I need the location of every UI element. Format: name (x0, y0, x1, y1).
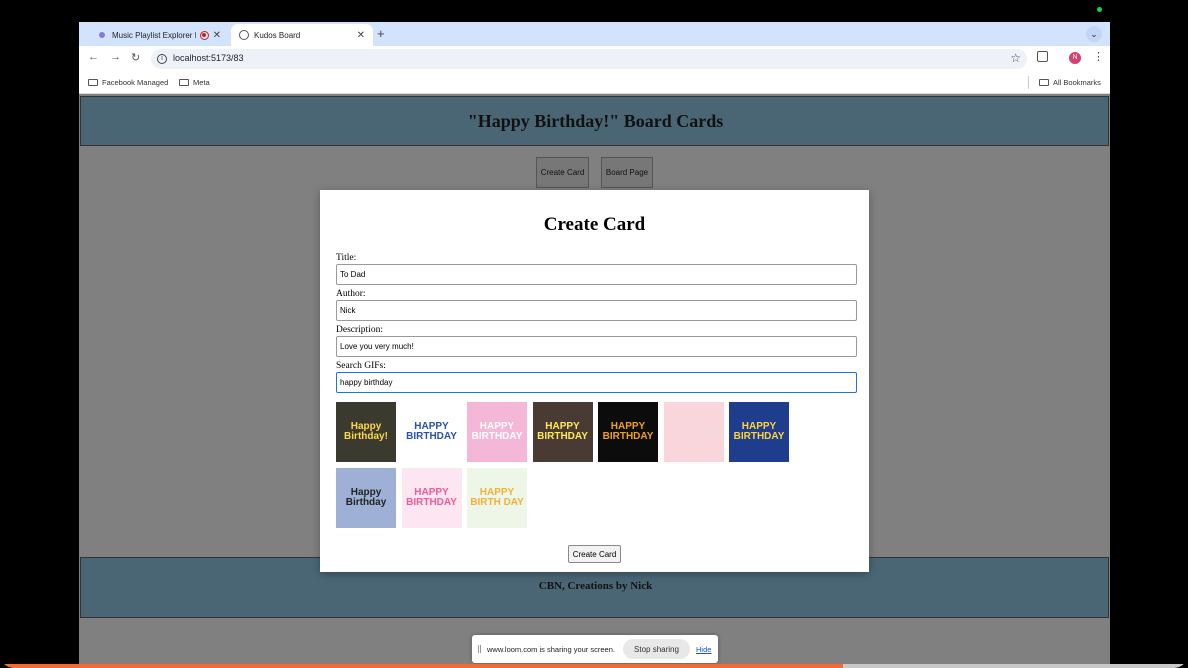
bookmark-label: All Bookmarks (1053, 78, 1101, 87)
managed-folder-icon (88, 79, 98, 86)
page-title: "Happy Birthday!" Board Cards (467, 111, 724, 131)
gif-thumbnail[interactable]: HAPPY BIRTHDAY (729, 402, 789, 462)
gif-caption: HAPPY BIRTHDAY (602, 421, 654, 442)
globe-icon (239, 30, 249, 40)
gif-thumbnail[interactable]: HAPPY BIRTHDAY (532, 402, 593, 462)
gif-caption: HAPPY BIRTH DAY (470, 487, 524, 508)
gif-thumbnail[interactable]: Happy Birthday! (336, 402, 396, 462)
tab-title: Kudos Board (254, 30, 301, 40)
search-gifs-label: Search GIFs: (336, 361, 386, 371)
browser-window: Music Playlist Explorer De ✕ Kudos Board… (79, 22, 1110, 668)
hide-link[interactable]: Hide (696, 645, 711, 654)
author-label: Author: (336, 289, 366, 299)
gif-caption: HAPPY BIRTHDAY (471, 421, 523, 442)
gif-thumbnail[interactable]: Happy Birthday (336, 468, 396, 528)
title-label: Title: (336, 253, 357, 263)
screen-share-bar: www.loom.com is sharing your screen. Sto… (472, 635, 718, 663)
drag-handle-icon[interactable] (478, 645, 481, 653)
forward-icon[interactable]: → (110, 51, 121, 63)
share-message: www.loom.com is sharing your screen. (487, 645, 615, 654)
close-icon[interactable]: ✕ (357, 30, 365, 41)
divider (1028, 76, 1029, 89)
tab-music-playlist[interactable]: Music Playlist Explorer De ✕ (89, 24, 229, 46)
gif-caption: HAPPY BIRTHDAY (537, 421, 588, 442)
submit-create-card-button[interactable]: Create Card (568, 545, 621, 563)
extensions-icon[interactable] (1037, 51, 1048, 62)
folder-icon (179, 79, 189, 86)
site-info-icon[interactable]: i (157, 54, 167, 64)
title-field[interactable] (336, 264, 857, 285)
back-icon[interactable]: ← (88, 51, 99, 63)
bookmark-star-icon[interactable]: ☆ (1010, 51, 1021, 65)
gif-caption: HAPPY BIRTHDAY (733, 421, 785, 442)
tab-favicon-icon (97, 30, 107, 40)
gif-caption: Happy Birthday! (344, 421, 388, 442)
create-card-modal: Create Card Title: Author: Description: … (320, 190, 869, 572)
author-field[interactable] (336, 300, 857, 321)
bookmark-label: Facebook Managed (102, 78, 169, 87)
video-progress-bar[interactable] (0, 664, 1188, 668)
stop-sharing-button[interactable]: Stop sharing (623, 639, 690, 659)
footer-text: CBN, Creations by Nick (538, 580, 653, 592)
url-text[interactable]: localhost:5173/83 (173, 53, 244, 63)
screen-frame: Music Playlist Explorer De ✕ Kudos Board… (0, 0, 1188, 668)
bookmark-label: Meta (193, 78, 210, 87)
video-progress-fill (0, 664, 844, 668)
gif-results: Happy Birthday! HAPPY BIRTHDAY HAPPY BIRTH… (336, 402, 806, 530)
camera-indicator (1097, 7, 1102, 12)
gif-caption: Happy Birthday (345, 487, 387, 508)
description-field[interactable] (336, 336, 857, 357)
gif-thumbnail[interactable] (663, 402, 724, 462)
gif-thumbnail[interactable]: HAPPY BIRTHDAY (401, 468, 462, 528)
avatar[interactable]: N (1069, 52, 1081, 64)
page-content: "Happy Birthday!" Board Cards Create Car… (79, 94, 1110, 668)
chevron-down-icon[interactable]: ⌄ (1086, 26, 1102, 42)
menu-icon[interactable]: ⋮ (1093, 50, 1104, 63)
board-page-button[interactable]: Board Page (601, 157, 653, 188)
tab-strip: Music Playlist Explorer De ✕ Kudos Board… (79, 22, 1110, 46)
folder-icon (1039, 79, 1049, 86)
reload-icon[interactable]: ↻ (131, 51, 140, 64)
modal-title: Create Card (543, 214, 646, 235)
gif-thumbnail[interactable]: HAPPY BIRTHDAY (467, 402, 527, 462)
gif-thumbnail[interactable]: HAPPY BIRTHDAY (598, 402, 658, 462)
recording-icon (199, 30, 209, 40)
gif-caption: HAPPY BIRTHDAY (406, 421, 457, 442)
gif-thumbnail[interactable]: HAPPY BIRTHDAY (401, 402, 462, 462)
gif-thumbnail[interactable]: HAPPY BIRTH DAY (467, 468, 527, 528)
create-card-button[interactable]: Create Card (536, 157, 589, 188)
browser-toolbar: ← → ↻ i localhost:5173/83 ☆ N ⋮ (79, 46, 1110, 72)
search-input[interactable] (336, 372, 857, 393)
tab-title: Music Playlist Explorer De (112, 30, 196, 40)
bookmarks-bar: Facebook Managed Meta All Bookmarks (79, 72, 1110, 94)
bookmark-facebook-managed[interactable]: Facebook Managed (88, 78, 168, 87)
gif-caption: HAPPY BIRTHDAY (406, 487, 457, 508)
address-bar[interactable]: i localhost:5173/83 ☆ (151, 49, 1027, 69)
new-tab-icon[interactable]: + (377, 26, 385, 41)
tab-kudos-board[interactable]: Kudos Board ✕ (231, 24, 373, 46)
bookmark-meta[interactable]: Meta (179, 78, 210, 87)
description-label: Description: (336, 325, 383, 335)
page-header: "Happy Birthday!" Board Cards (80, 96, 1109, 146)
all-bookmarks[interactable]: All Bookmarks (1039, 78, 1101, 87)
close-icon[interactable]: ✕ (213, 30, 221, 41)
